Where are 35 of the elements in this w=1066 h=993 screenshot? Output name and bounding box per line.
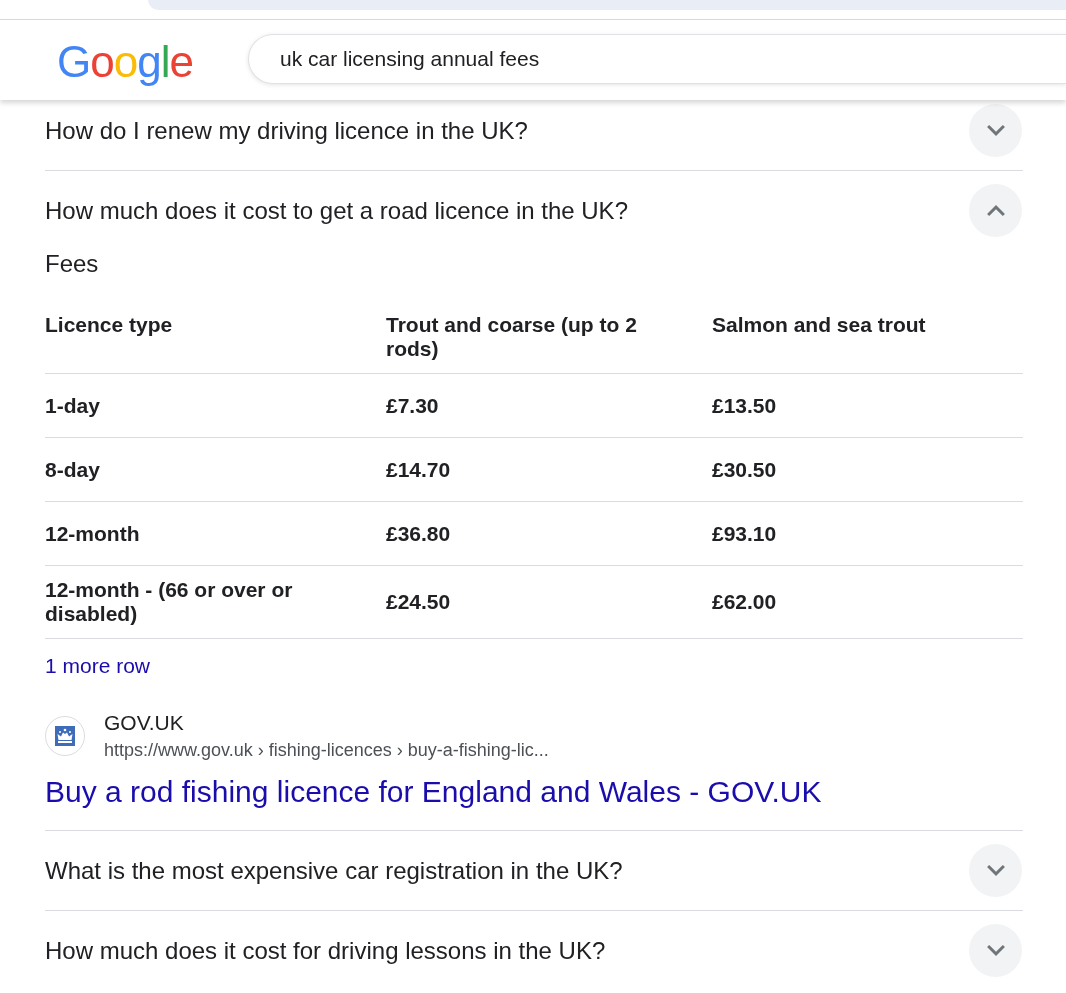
column-header: Trout and coarse (up to 2 rods)	[386, 301, 712, 374]
column-header: Licence type	[45, 301, 386, 374]
table-cell: £13.50	[712, 373, 1023, 438]
table-cell: 8-day	[45, 437, 386, 502]
question-text[interactable]: How do I renew my driving licence in the UK?	[45, 115, 528, 146]
answer-heading: Fees	[45, 250, 100, 278]
more-rows-link[interactable]: 1 more row	[45, 652, 151, 680]
logo[interactable]: Google	[57, 33, 192, 87]
column-header: Salmon and sea trout	[712, 301, 1023, 374]
chevron-down-icon	[986, 865, 1005, 876]
table-cell: £7.30	[386, 373, 712, 438]
table-cell: 1-day	[45, 373, 386, 438]
site-url: https://www.gov.uk › fishing-licences › buy-a-fishing-lic...	[104, 739, 549, 762]
table-cell: 12-month	[45, 501, 386, 566]
site-name: GOV.UK	[104, 710, 184, 736]
table-cell: £30.50	[712, 437, 1023, 502]
chevron-up-icon	[986, 205, 1005, 216]
table-cell: £14.70	[386, 437, 712, 502]
table-cell: £93.10	[712, 501, 1023, 566]
chevron-down-icon	[986, 945, 1005, 956]
question-text[interactable]: What is the most expensive car registration in the UK?	[45, 855, 623, 886]
table-cell: 12-month - (66 or over or disabled)	[45, 565, 386, 639]
search-field[interactable]: uk car licensing annual fees	[248, 34, 1066, 84]
expand-button[interactable]	[969, 104, 1022, 157]
question-text[interactable]: How much does it cost to get a road licence in the UK?	[45, 195, 628, 226]
table-cell: £36.80	[386, 501, 712, 566]
question-text[interactable]: How much does it cost for driving lessons in the UK?	[45, 935, 606, 966]
expand-button[interactable]	[969, 184, 1022, 237]
table-cell: £62.00	[712, 565, 1023, 639]
result-title-link[interactable]: Buy a rod fishing licence for England and Wales - GOV.UK	[45, 773, 822, 811]
crown-icon	[45, 716, 85, 756]
table-cell: £24.50	[386, 565, 712, 639]
expand-button[interactable]	[969, 924, 1022, 977]
expand-button[interactable]	[969, 844, 1022, 897]
chevron-down-icon	[986, 125, 1005, 136]
